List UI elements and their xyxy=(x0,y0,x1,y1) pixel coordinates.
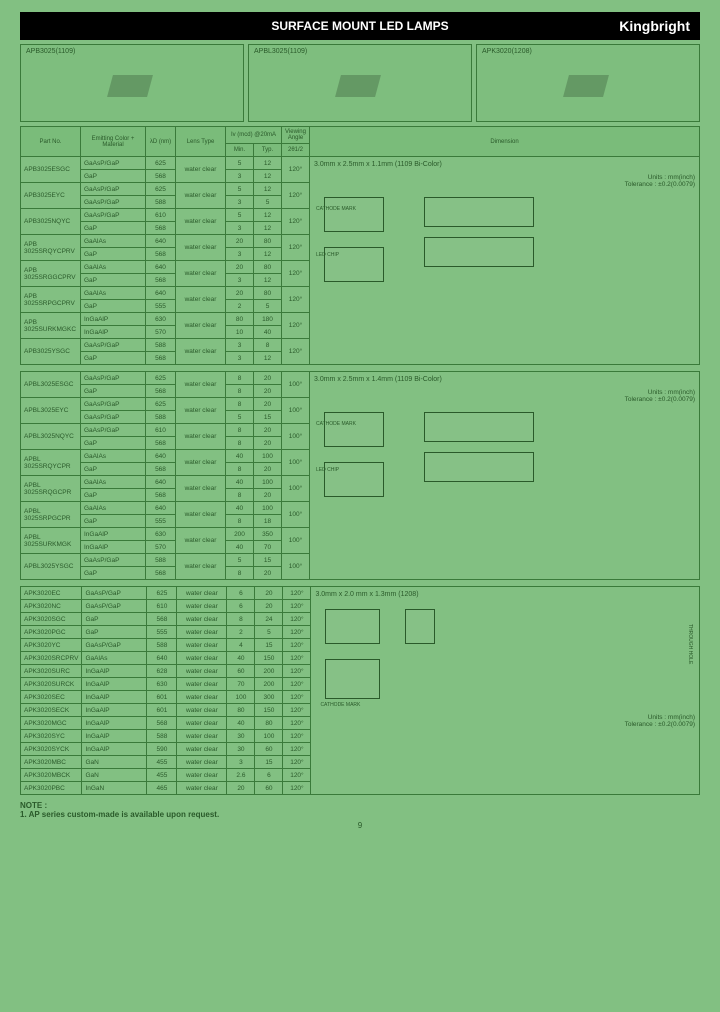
brand-logo: Kingbright xyxy=(619,18,690,34)
th-iv: Iv (mcd) @20mA xyxy=(226,127,282,144)
table-row: APBL3025ESGC GaAsP/GaP625 water clear 82… xyxy=(21,372,700,385)
page-number: 9 xyxy=(20,821,700,830)
dimension-drawing: CATHODE MARK LED CHIP xyxy=(314,407,695,547)
th-dim: Dimension xyxy=(310,127,700,157)
th-ang: Viewing Angle xyxy=(282,127,310,144)
table-row: APB3025ESGC GaAsP/GaP625 water clear 512… xyxy=(21,157,700,170)
header-bar: SURFACE MOUNT LED LAMPS Kingbright xyxy=(20,12,700,40)
dimension-drawing: CATHODE MARK THROUGH HOLE xyxy=(315,604,695,714)
table-row: APK3020ECGaAsP/GaP 625water clear 620 12… xyxy=(21,587,700,600)
dimension-drawing: CATHODE MARK LED CHIP xyxy=(314,192,695,332)
th-part: Part No. xyxy=(21,127,81,157)
product-image-3: APK3020(1208) xyxy=(476,44,700,122)
page-title: SURFACE MOUNT LED LAMPS xyxy=(271,19,448,33)
product-image-1: APB3025(1109) xyxy=(20,44,244,122)
th-wl: λD (nm) xyxy=(146,127,176,157)
spec-table-2: APBL3025ESGC GaAsP/GaP625 water clear 82… xyxy=(20,371,700,580)
th-mat: Emitting Color + Material xyxy=(81,127,146,157)
product-image-2: APBL3025(1109) xyxy=(248,44,472,122)
note-block: NOTE : 1. AP series custom-made is avail… xyxy=(20,801,700,819)
spec-table-1: Part No. Emitting Color + Material λD (n… xyxy=(20,126,700,365)
product-image-row: APB3025(1109) APBL3025(1109) APK3020(120… xyxy=(20,44,700,122)
spec-table-3: APK3020ECGaAsP/GaP 625water clear 620 12… xyxy=(20,586,700,795)
th-lens: Lens Type xyxy=(176,127,226,157)
